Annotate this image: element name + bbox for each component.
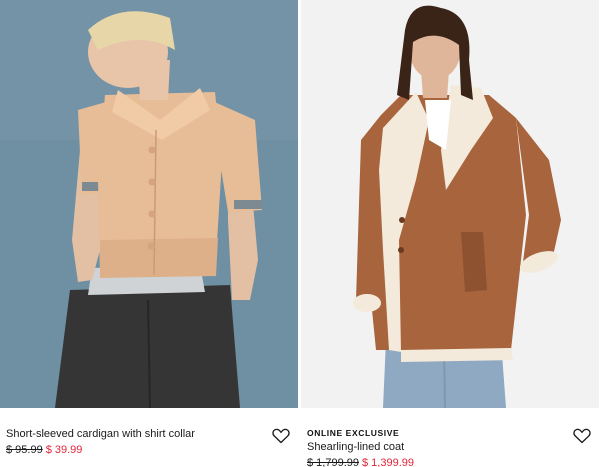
product-name[interactable]: Shearling-lined coat (307, 441, 404, 453)
original-price: $ 1,799.99 (307, 457, 359, 467)
heart-icon[interactable] (272, 428, 290, 444)
original-price: $ 95.99 (6, 444, 43, 456)
online-exclusive-badge: ONLINE EXCLUSIVE (307, 428, 400, 438)
product-name[interactable]: Short-sleeved cardigan with shirt collar (6, 428, 195, 440)
heart-icon[interactable] (573, 428, 591, 444)
product-image[interactable] (301, 0, 599, 408)
product-prices: $ 95.99 $ 39.99 (6, 444, 82, 456)
product-info: ONLINE EXCLUSIVE Shearling-lined coat $ … (301, 408, 599, 467)
product-grid: Short-sleeved cardigan with shirt collar… (0, 0, 600, 467)
sale-price: $ 1,399.99 (362, 457, 414, 467)
product-card[interactable]: ONLINE EXCLUSIVE Shearling-lined coat $ … (301, 0, 599, 467)
sale-price: $ 39.99 (45, 444, 83, 456)
product-image[interactable] (0, 0, 298, 408)
product-card[interactable]: Short-sleeved cardigan with shirt collar… (0, 0, 298, 467)
product-info: Short-sleeved cardigan with shirt collar… (0, 408, 298, 467)
product-prices: $ 1,799.99 $ 1,399.99 (307, 457, 414, 467)
